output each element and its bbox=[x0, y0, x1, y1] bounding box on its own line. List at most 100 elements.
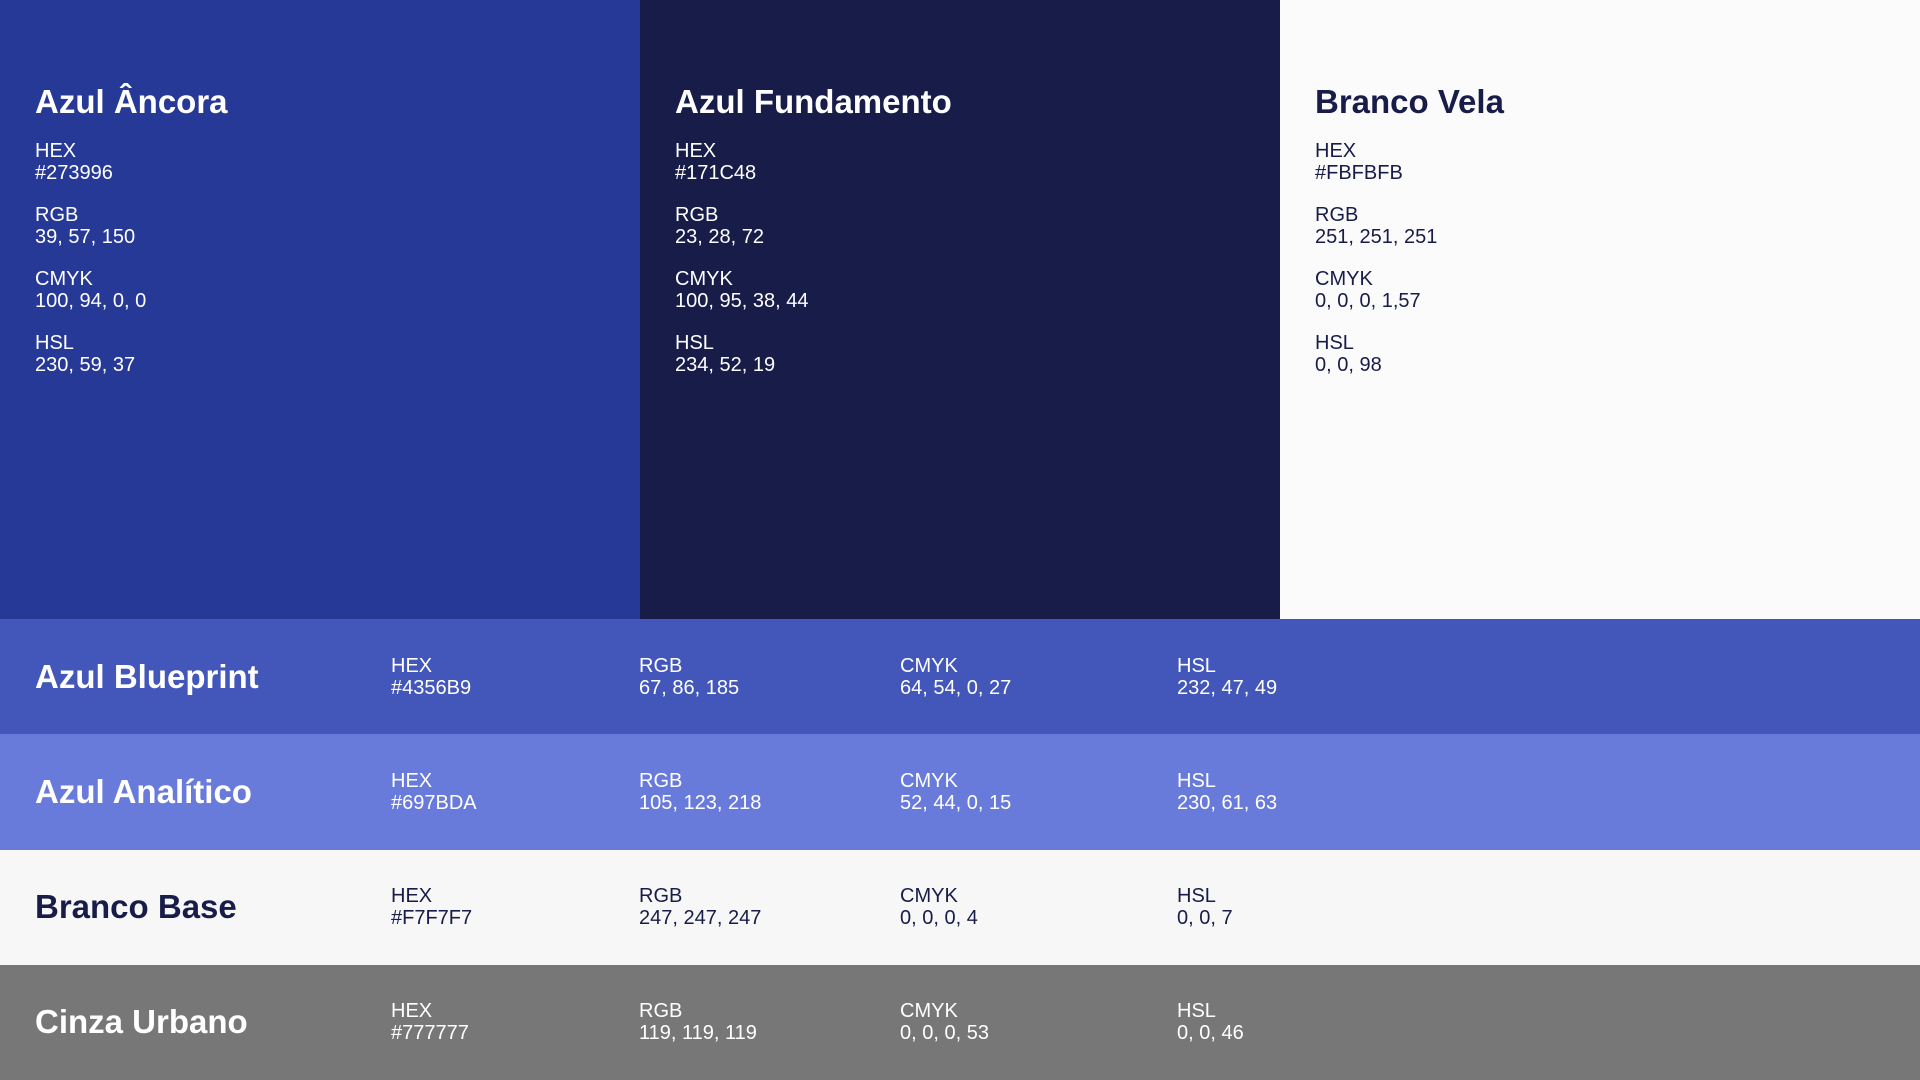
rgb-label: RGB bbox=[639, 769, 683, 792]
cmyk-label: CMYK bbox=[900, 1000, 958, 1023]
hex-spec: HEX #F7F7F7 bbox=[391, 885, 472, 929]
rgb-spec: RGB 247, 247, 247 bbox=[639, 885, 761, 929]
hsl-spec: HSL 230, 59, 37 bbox=[35, 332, 605, 376]
hsl-spec: HSL 230, 61, 63 bbox=[1177, 770, 1277, 814]
cmyk-value: 100, 94, 0, 0 bbox=[35, 290, 147, 312]
rgb-label: RGB bbox=[675, 204, 719, 226]
cmyk-value: 100, 95, 38, 44 bbox=[675, 290, 809, 312]
hsl-label: HSL bbox=[1177, 654, 1216, 677]
rgb-value: 23, 28, 72 bbox=[675, 226, 764, 248]
hsl-value: 232, 47, 49 bbox=[1177, 676, 1278, 699]
hex-spec: HEX #4356B9 bbox=[391, 655, 471, 699]
hsl-value: 230, 61, 63 bbox=[1177, 791, 1278, 814]
hex-value: #FBFBFB bbox=[1315, 162, 1403, 184]
cmyk-label: CMYK bbox=[900, 654, 958, 677]
rgb-label: RGB bbox=[639, 1000, 683, 1023]
cmyk-spec: CMYK 100, 94, 0, 0 bbox=[35, 268, 605, 312]
swatch-azul-ancora: Azul Âncora HEX #273996 RGB 39, 57, 150 … bbox=[0, 0, 640, 619]
hex-value: #F7F7F7 bbox=[391, 907, 473, 930]
rgb-label: RGB bbox=[1315, 204, 1359, 226]
hsl-spec: HSL 0, 0, 98 bbox=[1315, 332, 1885, 376]
rgb-value: 67, 86, 185 bbox=[639, 676, 740, 699]
swatch-azul-fundamento: Azul Fundamento HEX #171C48 RGB 23, 28, … bbox=[640, 0, 1280, 619]
hex-spec: HEX #777777 bbox=[391, 1000, 469, 1044]
cmyk-spec: CMYK 0, 0, 0, 1,57 bbox=[1315, 268, 1885, 312]
swatch-name: Branco Vela bbox=[1315, 83, 1504, 120]
rgb-spec: RGB 105, 123, 218 bbox=[639, 770, 761, 814]
rgb-spec: RGB 67, 86, 185 bbox=[639, 655, 739, 699]
rgb-spec: RGB 39, 57, 150 bbox=[35, 204, 605, 248]
cmyk-spec: CMYK 100, 95, 38, 44 bbox=[675, 268, 1245, 312]
swatch-branco-vela: Branco Vela HEX #FBFBFB RGB 251, 251, 25… bbox=[1280, 0, 1920, 619]
cmyk-value: 52, 44, 0, 15 bbox=[900, 791, 1012, 814]
swatch-name: Branco Base bbox=[35, 888, 237, 926]
hsl-label: HSL bbox=[1177, 1000, 1216, 1023]
cmyk-value: 0, 0, 0, 4 bbox=[900, 907, 978, 930]
hex-spec: HEX #273996 bbox=[35, 140, 605, 184]
swatch-name: Azul Fundamento bbox=[675, 83, 952, 120]
hsl-label: HSL bbox=[1177, 769, 1216, 792]
swatch-row-azul-analitico: Azul Analítico HEX #697BDA RGB 105, 123,… bbox=[0, 734, 1920, 850]
hsl-value: 0, 0, 46 bbox=[1177, 1022, 1244, 1045]
swatch-name: Azul Blueprint bbox=[35, 657, 259, 695]
hsl-spec: HSL 232, 47, 49 bbox=[1177, 655, 1277, 699]
hsl-value: 230, 59, 37 bbox=[35, 354, 136, 376]
cmyk-spec: CMYK 0, 0, 0, 53 bbox=[900, 1000, 989, 1044]
cmyk-label: CMYK bbox=[35, 268, 93, 290]
hex-label: HEX bbox=[391, 885, 433, 908]
hsl-value: 0, 0, 98 bbox=[1315, 354, 1382, 376]
rgb-spec: RGB 251, 251, 251 bbox=[1315, 204, 1885, 248]
hex-label: HEX bbox=[391, 654, 433, 677]
rgb-spec: RGB 23, 28, 72 bbox=[675, 204, 1245, 248]
rgb-label: RGB bbox=[35, 204, 79, 226]
hex-value: #697BDA bbox=[391, 791, 477, 814]
hsl-label: HSL bbox=[1177, 885, 1216, 908]
rgb-spec: RGB 119, 119, 119 bbox=[639, 1000, 757, 1044]
hsl-label: HSL bbox=[35, 332, 74, 354]
hex-value: #273996 bbox=[35, 162, 113, 184]
swatch-row-branco-base: Branco Base HEX #F7F7F7 RGB 247, 247, 24… bbox=[0, 849, 1920, 965]
rgb-value: 247, 247, 247 bbox=[639, 907, 762, 930]
hex-value: #4356B9 bbox=[391, 676, 472, 699]
hex-spec: HEX #FBFBFB bbox=[1315, 140, 1885, 184]
hex-spec: HEX #171C48 bbox=[675, 140, 1245, 184]
primary-swatches: Azul Âncora HEX #273996 RGB 39, 57, 150 … bbox=[0, 0, 1920, 619]
hsl-label: HSL bbox=[675, 332, 714, 354]
swatch-name: Cinza Urbano bbox=[35, 1003, 248, 1041]
swatch-row-azul-blueprint: Azul Blueprint HEX #4356B9 RGB 67, 86, 1… bbox=[0, 619, 1920, 735]
hex-label: HEX bbox=[1315, 140, 1357, 162]
hsl-spec: HSL 0, 0, 46 bbox=[1177, 1000, 1244, 1044]
cmyk-value: 0, 0, 0, 1,57 bbox=[1315, 290, 1421, 312]
swatch-row-cinza-urbano: Cinza Urbano HEX #777777 RGB 119, 119, 1… bbox=[0, 964, 1920, 1080]
cmyk-spec: CMYK 64, 54, 0, 27 bbox=[900, 655, 1011, 699]
hex-label: HEX bbox=[391, 769, 433, 792]
swatch-name: Azul Âncora bbox=[35, 83, 228, 120]
rgb-value: 251, 251, 251 bbox=[1315, 226, 1438, 248]
cmyk-label: CMYK bbox=[900, 769, 958, 792]
cmyk-value: 64, 54, 0, 27 bbox=[900, 676, 1012, 699]
rgb-value: 105, 123, 218 bbox=[639, 791, 762, 814]
hsl-value: 0, 0, 7 bbox=[1177, 907, 1233, 930]
rgb-value: 39, 57, 150 bbox=[35, 226, 136, 248]
hex-spec: HEX #697BDA bbox=[391, 770, 477, 814]
hsl-label: HSL bbox=[1315, 332, 1354, 354]
hsl-spec: HSL 0, 0, 7 bbox=[1177, 885, 1233, 929]
rgb-label: RGB bbox=[639, 885, 683, 908]
hex-value: #777777 bbox=[391, 1022, 469, 1045]
secondary-swatches: Azul Blueprint HEX #4356B9 RGB 67, 86, 1… bbox=[0, 619, 1920, 1080]
cmyk-label: CMYK bbox=[900, 885, 958, 908]
cmyk-value: 0, 0, 0, 53 bbox=[900, 1022, 989, 1045]
hex-label: HEX bbox=[675, 140, 717, 162]
rgb-label: RGB bbox=[639, 654, 683, 677]
rgb-value: 119, 119, 119 bbox=[639, 1022, 757, 1045]
hsl-value: 234, 52, 19 bbox=[675, 354, 776, 376]
hex-value: #171C48 bbox=[675, 162, 757, 184]
cmyk-label: CMYK bbox=[675, 268, 733, 290]
swatch-name: Azul Analítico bbox=[35, 772, 252, 810]
cmyk-spec: CMYK 52, 44, 0, 15 bbox=[900, 770, 1011, 814]
hex-label: HEX bbox=[391, 1000, 433, 1023]
cmyk-label: CMYK bbox=[1315, 268, 1373, 290]
cmyk-spec: CMYK 0, 0, 0, 4 bbox=[900, 885, 978, 929]
hex-label: HEX bbox=[35, 140, 77, 162]
hsl-spec: HSL 234, 52, 19 bbox=[675, 332, 1245, 376]
